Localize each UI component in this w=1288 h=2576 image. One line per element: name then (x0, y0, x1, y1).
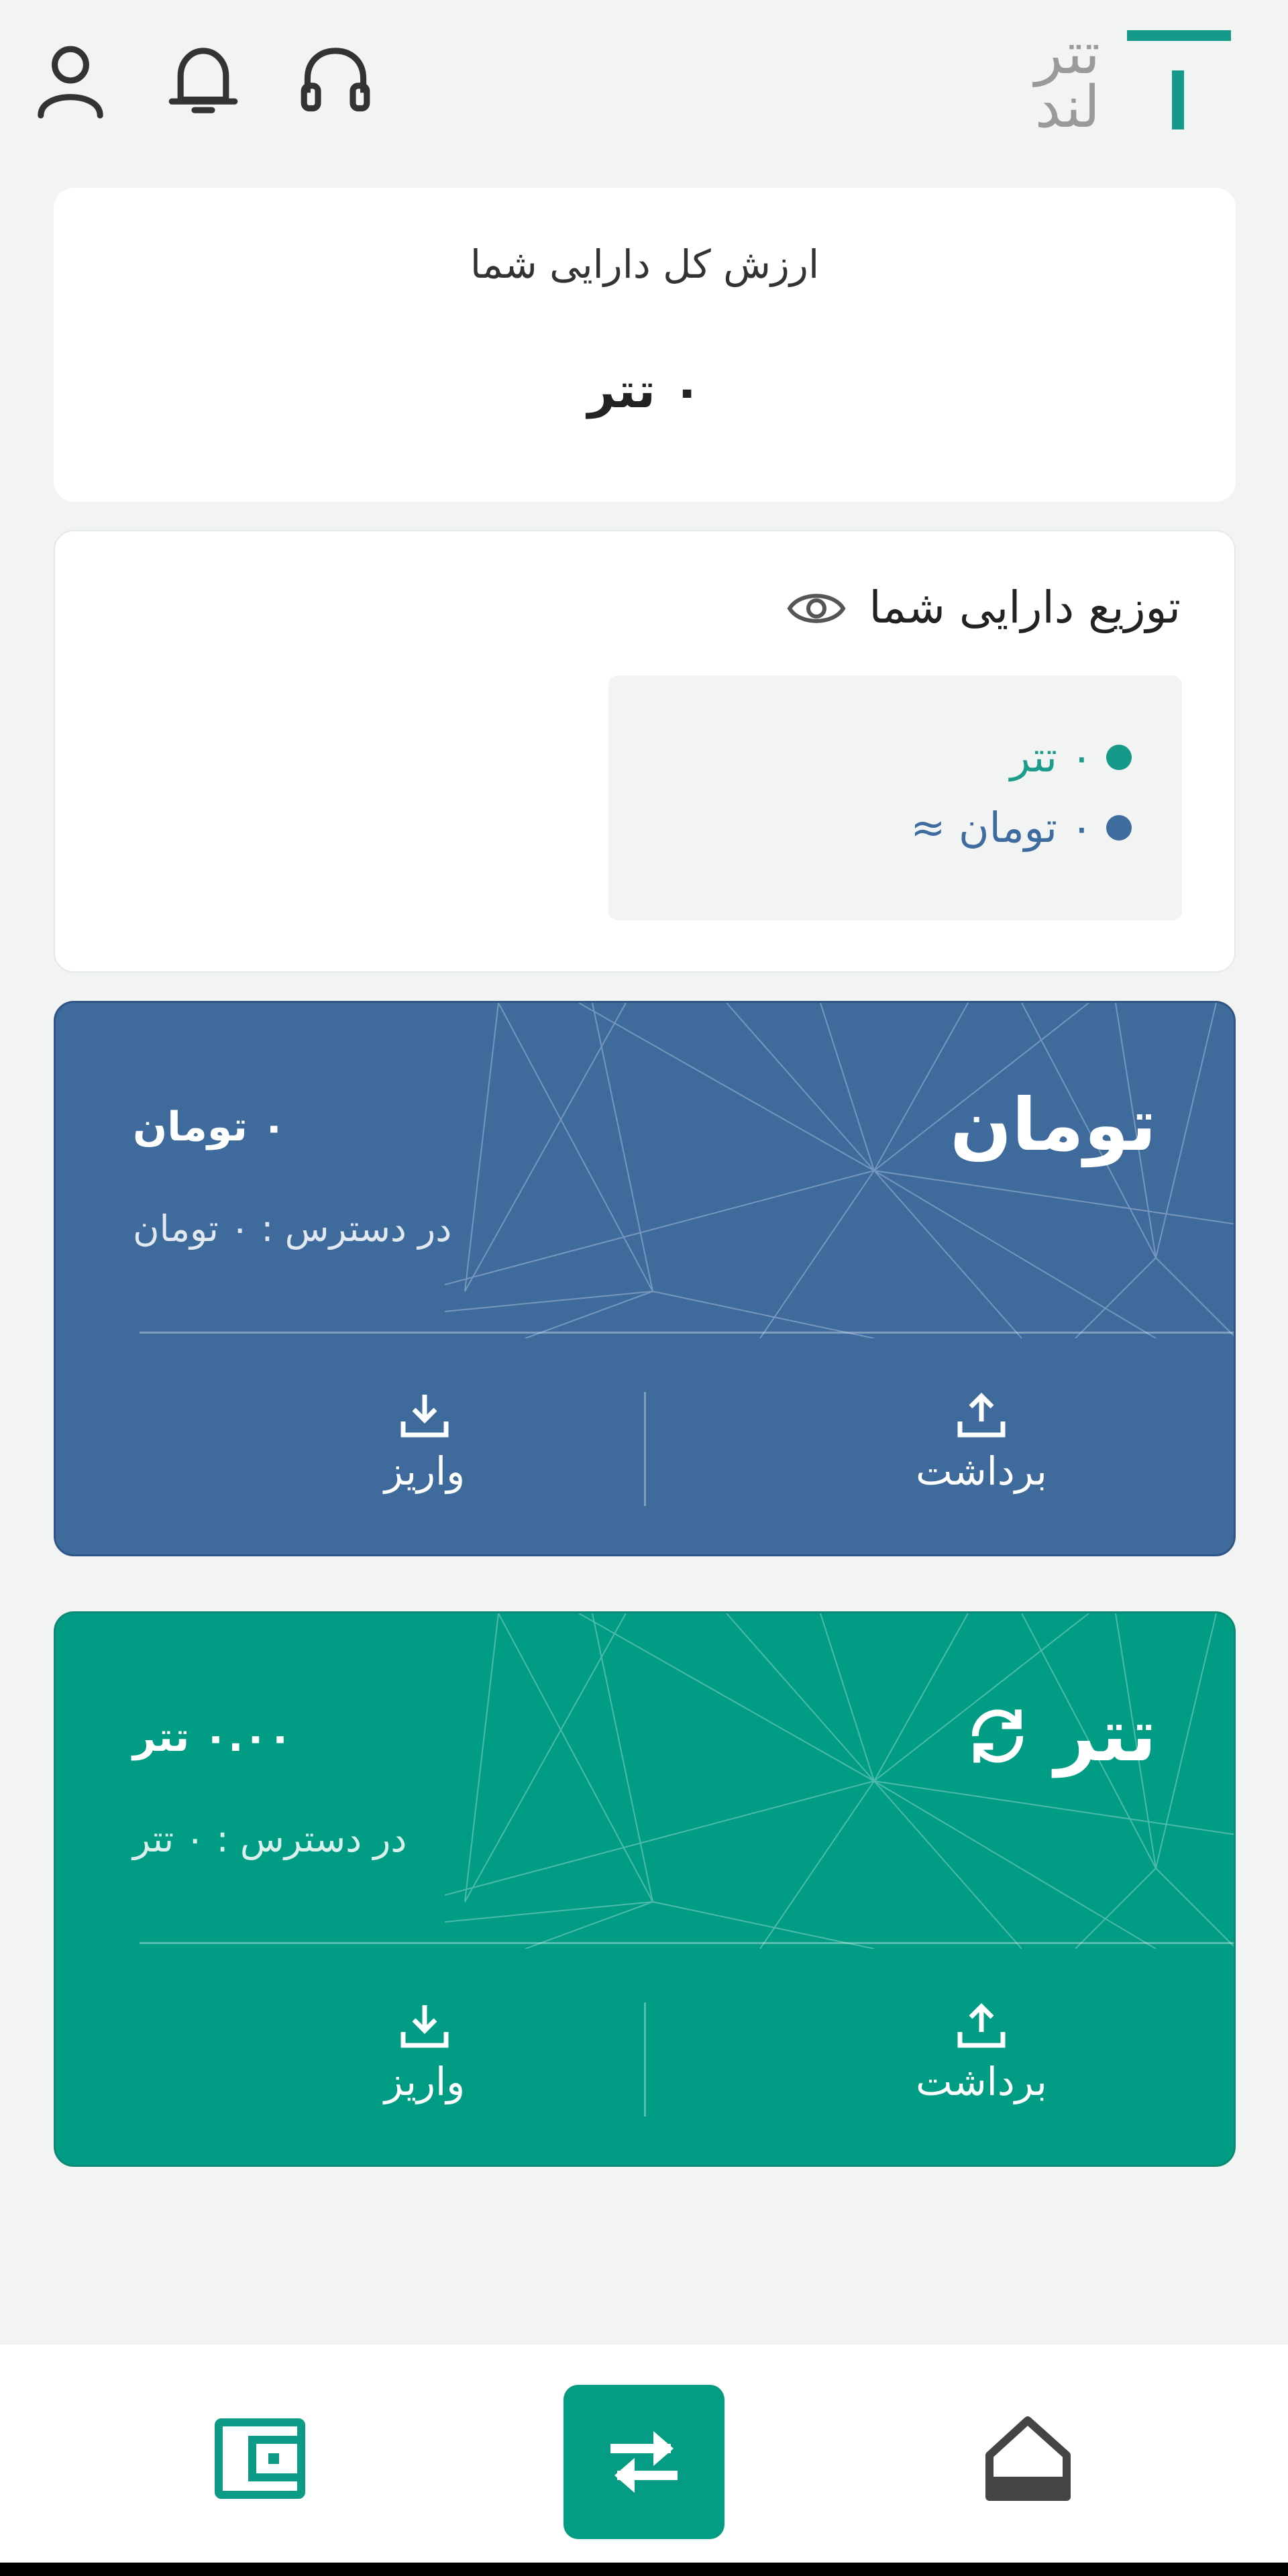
usdt-wallet-title: تتر (961, 1694, 1157, 1778)
wallet-icon[interactable] (215, 2418, 305, 2499)
header: تتر لند (0, 0, 1288, 168)
toman-balance: ۰ تومان (133, 1104, 286, 1150)
download-icon (400, 2005, 449, 2048)
usdt-withdraw-label: برداشت (916, 2059, 1047, 2104)
user-profile-icon[interactable] (27, 37, 114, 124)
usdt-deposit-label: واریز (384, 2059, 466, 2104)
refresh-icon[interactable] (961, 1699, 1034, 1773)
home-icon[interactable] (983, 2415, 1073, 2502)
upload-icon (957, 2003, 1006, 2048)
toman-deposit-button[interactable]: واریز (237, 1392, 612, 1513)
upload-icon (957, 1393, 1006, 1438)
total-assets-label: ارزش کل دارایی شما (470, 241, 820, 287)
usdt-withdraw-button[interactable]: برداشت (794, 2002, 1169, 2123)
usdt-divider (140, 1942, 1234, 1944)
toman-wallet-card: تومان ۰ تومان در دسترس : ۰ تومان واریز ب… (54, 1001, 1236, 1556)
usdt-button-separator (644, 2002, 646, 2116)
logo-mark-icon (1127, 30, 1231, 131)
legend-dot-toman (1106, 814, 1132, 841)
toman-deposit-label: واریز (384, 1448, 466, 1494)
toman-button-separator (644, 1392, 646, 1506)
asset-distribution-card: توزیع دارایی شما ۰ تتر ۰ تومان ≈ (54, 530, 1236, 973)
logo-text: تتر لند (926, 20, 1100, 141)
usdt-wallet-card: تتر ۰.۰۰ تتر در دسترس : ۰ تتر واریز بردا… (54, 1611, 1236, 2167)
app-root: تتر لند ارزش کل دارایی شما ۰ تتر توزیع د… (0, 0, 1288, 2576)
notification-bell-icon[interactable] (160, 37, 247, 124)
total-assets-card: ارزش کل دارایی شما ۰ تتر (54, 188, 1236, 502)
usdt-wallet-title-text: تتر (1055, 1694, 1157, 1778)
system-bar (0, 2563, 1288, 2576)
usdt-balance: ۰.۰۰ تتر (133, 1714, 292, 1761)
toman-divider (140, 1332, 1234, 1334)
distribution-title: توزیع دارایی شما (869, 582, 1181, 633)
total-assets-value: ۰ تتر (587, 362, 702, 419)
legend-item-usdt: ۰ تتر (1010, 733, 1132, 782)
legend-label-toman: ۰ تومان ≈ (910, 803, 1093, 852)
legend-dot-usdt (1106, 744, 1132, 770)
usdt-available: در دسترس : ۰ تتر (133, 1818, 407, 1860)
bottom-navigation (0, 2345, 1288, 2563)
toman-wallet-title: تومان (950, 1083, 1157, 1167)
legend-item-toman: ۰ تومان ≈ (910, 803, 1132, 852)
toman-available: در دسترس : ۰ تومان (133, 1208, 452, 1250)
exchange-arrows-icon[interactable] (564, 2385, 724, 2539)
network-background-pattern (445, 1613, 1234, 1949)
support-headset-icon[interactable] (292, 37, 379, 124)
toman-withdraw-label: برداشت (916, 1448, 1047, 1494)
distribution-legend: ۰ تتر ۰ تومان ≈ (608, 676, 1182, 920)
download-icon (400, 1395, 449, 1438)
usdt-deposit-button[interactable]: واریز (237, 2002, 612, 2123)
network-background-pattern (445, 1003, 1234, 1338)
legend-label-usdt: ۰ تتر (1010, 733, 1093, 782)
visibility-eye-icon[interactable] (786, 585, 847, 632)
toman-withdraw-button[interactable]: برداشت (794, 1392, 1169, 1513)
logo-line-2: لند (1034, 74, 1100, 141)
logo-line-1: تتر (1034, 20, 1100, 87)
